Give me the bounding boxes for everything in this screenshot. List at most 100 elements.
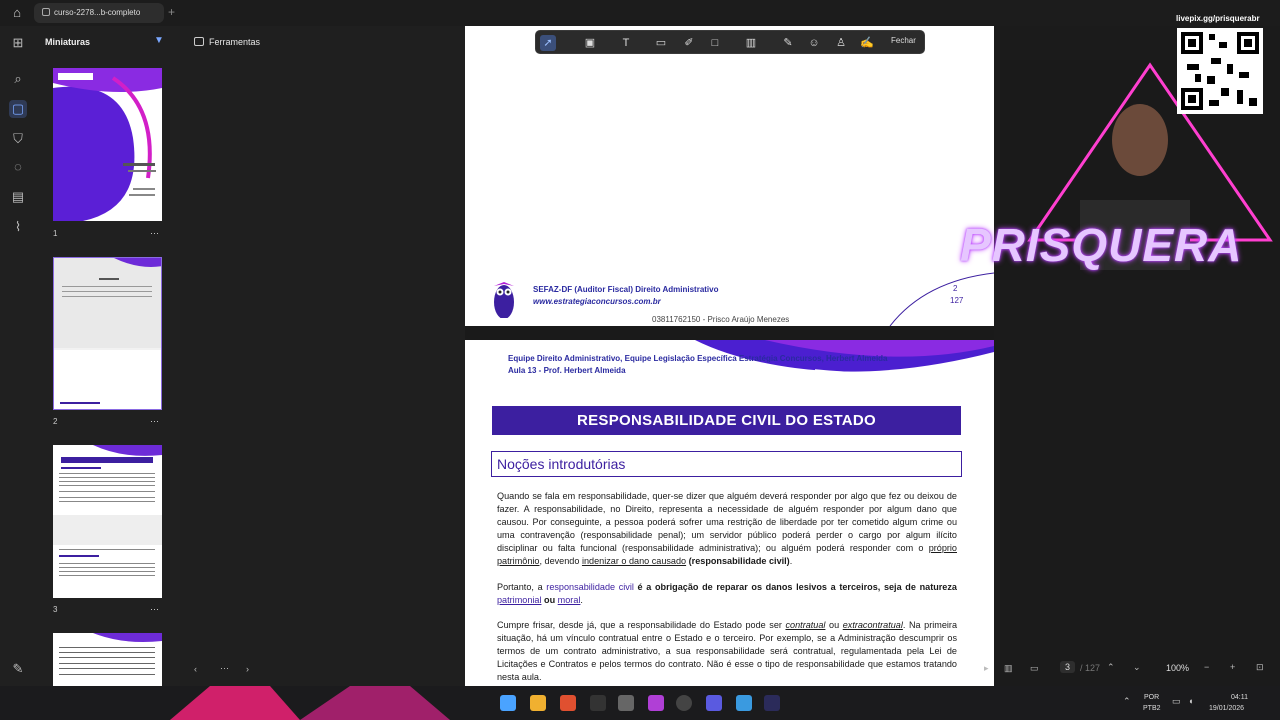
play-icon[interactable]: ▸ — [984, 663, 989, 674]
document-tab[interactable]: curso-2278...b-completo — [34, 3, 164, 23]
footer-site-link[interactable]: www.estrategiaconcursos.com.br — [533, 297, 661, 306]
footer-curve-graphic — [889, 272, 994, 326]
clock-time[interactable]: 04:11 — [1231, 694, 1248, 701]
viewer-status-bar: ‹ ⋯ › ▸ ▥ ▭ 3 / 127 ⌃ ⌄ 100% − + ⊡ — [0, 656, 1280, 684]
text-icon[interactable]: T — [618, 35, 634, 51]
layout-icon[interactable]: ▥ — [1004, 663, 1013, 674]
annotation-toolbar: ➚ ▣ T ▭ ✐ □ ▥ ✎ ☺ ♙ ✍ Fechar — [535, 30, 925, 54]
close-button[interactable]: Fechar — [891, 36, 916, 45]
rectangle-icon[interactable]: □ — [707, 35, 723, 51]
terminal-icon[interactable] — [590, 695, 606, 711]
bold-text: (responsabilidade civil) — [688, 556, 790, 566]
bookmark-icon[interactable]: ⛉ — [9, 130, 27, 148]
zoom-in-icon[interactable]: + — [1230, 662, 1235, 672]
home-icon[interactable]: ⌂ — [8, 5, 26, 21]
acrobat-icon[interactable] — [764, 695, 780, 711]
fit-page-icon[interactable]: ⊡ — [1256, 662, 1264, 673]
tab-title: curso-2278...b-completo — [54, 8, 141, 17]
highlighted-term: responsabilidade civil — [546, 582, 634, 592]
taskbar: ⌃ POR PTB2 ▭ ◖ 04:11 19/01/2026 — [0, 686, 1280, 720]
layers-icon[interactable]: ▤ — [9, 188, 27, 206]
document-icon — [42, 8, 50, 16]
page-3: Equipe Direito Administrativo, Equipe Le… — [465, 340, 994, 686]
comment-icon[interactable]: ▭ — [653, 35, 669, 51]
thumbnail-page-number: 3 — [53, 605, 58, 614]
document-viewer[interactable]: SEFAZ-DF (Auditor Fiscal) Direito Admini… — [465, 26, 994, 686]
shape-select-icon[interactable]: ▣ — [582, 35, 598, 51]
page-total: / 127 — [1080, 663, 1101, 673]
app-icon[interactable] — [648, 695, 664, 711]
new-tab-button[interactable]: + — [168, 5, 175, 19]
qr-pattern — [1181, 32, 1259, 110]
footer-watermark: 03811762150 - Prisco Araújo Menezes — [652, 315, 790, 324]
pencil-icon[interactable]: ✎ — [780, 35, 796, 51]
chevron-down-icon[interactable]: ⌄ — [1133, 662, 1141, 673]
thumbnail-page-3[interactable] — [53, 445, 162, 598]
language-indicator[interactable]: POR — [1144, 694, 1159, 701]
footer-page-total: 127 — [950, 296, 964, 305]
app-icon[interactable] — [618, 695, 634, 711]
tools-label: Ferramentas — [209, 37, 261, 47]
thumbnail-page-2[interactable] — [53, 257, 162, 410]
thumbnail-more-button[interactable]: ⋯ — [150, 228, 159, 239]
measure-icon[interactable]: ▥ — [743, 35, 759, 51]
sticker-icon[interactable]: ☺ — [806, 35, 822, 51]
obs-icon[interactable] — [676, 695, 692, 711]
volume-icon[interactable]: ◖ — [1188, 696, 1193, 706]
page-2: SEFAZ-DF (Auditor Fiscal) Direito Admini… — [465, 26, 994, 326]
brave-browser-icon[interactable] — [560, 695, 576, 711]
taskbar-decoration — [170, 686, 450, 720]
tools-panel: Ferramentas — [180, 26, 465, 686]
page-3-thumbnail-graphic — [53, 445, 162, 576]
cover-graphic — [53, 68, 162, 221]
qr-code-icon — [1177, 28, 1263, 114]
thumbnail-page-1[interactable] — [53, 68, 162, 221]
owl-logo-icon — [494, 282, 514, 318]
thumbnails-icon[interactable]: ▢ — [9, 100, 27, 118]
keyboard-layout[interactable]: PTB2 — [1143, 705, 1161, 712]
present-icon[interactable]: ▭ — [1030, 663, 1039, 674]
page-number-input[interactable]: 3 — [1060, 661, 1076, 673]
windows-start-icon[interactable] — [500, 695, 516, 711]
toolbox-icon — [194, 37, 204, 46]
comments-icon[interactable]: ◌ — [9, 158, 27, 176]
app-icon[interactable] — [706, 695, 722, 711]
paragraph-2: Portanto, a responsabilidade civil é a o… — [497, 582, 957, 605]
tools-button[interactable]: Ferramentas — [194, 37, 260, 47]
more-icon[interactable]: ⋯ — [220, 663, 229, 674]
section-heading: Noções introdutórias — [491, 451, 962, 477]
network-icon[interactable]: ▭ — [1172, 696, 1181, 707]
pin-icon[interactable]: ▼ — [154, 35, 164, 46]
clock-date[interactable]: 19/01/2026 — [1209, 705, 1244, 712]
chevron-up-icon[interactable]: ⌃ — [1107, 662, 1115, 673]
page-header-authors: Equipe Direito Administrativo, Equipe Le… — [508, 354, 888, 363]
streamer-name: PRISQUERA — [960, 219, 1243, 271]
signature-icon[interactable]: ✍ — [859, 35, 875, 51]
tray-chevron-icon[interactable]: ⌃ — [1123, 696, 1131, 707]
apps-icon[interactable]: ⊞ — [9, 34, 27, 52]
search-icon[interactable]: ⌕ — [9, 70, 27, 88]
footer-page-number: 2 — [953, 284, 958, 293]
chevron-left-icon[interactable]: ‹ — [194, 664, 197, 674]
edge-icon[interactable] — [736, 695, 752, 711]
page-header-lesson: Aula 13 - Prof. Herbert Almeida — [508, 366, 626, 375]
chapter-banner: RESPONSABILIDADE CIVIL DO ESTADO — [492, 406, 961, 435]
zoom-out-icon[interactable]: − — [1204, 662, 1209, 672]
attachment-icon[interactable]: ⌇ — [9, 218, 27, 236]
thumbnail-more-button[interactable]: ⋯ — [150, 416, 159, 427]
zoom-level[interactable]: 100% — [1166, 663, 1189, 673]
file-explorer-icon[interactable] — [530, 695, 546, 711]
thumbnail-page-number: 1 — [53, 229, 58, 238]
livepix-label: livepix.gg/prisquerabr — [1176, 14, 1260, 23]
select-icon[interactable]: ➚ — [540, 35, 556, 51]
paragraph-1: Quando se fala em responsabilidade, quer… — [497, 491, 957, 566]
title-bar: ⌂ curso-2278...b-completo + — [0, 0, 1280, 26]
highlighter-icon[interactable]: ✐ — [681, 35, 697, 51]
chevron-right-icon[interactable]: › — [246, 664, 249, 674]
page-2-thumbnail-graphic — [54, 258, 161, 409]
underlined-text: indenizar o dano causado — [581, 556, 687, 566]
thumbnails-title: Miniaturas — [45, 37, 91, 47]
thumbnail-more-button[interactable]: ⋯ — [150, 604, 159, 615]
stamp-icon[interactable]: ♙ — [833, 35, 849, 51]
left-rail: ⊞ ⌕ ▢ ⛉ ◌ ▤ ⌇ ✎ — [0, 26, 36, 686]
